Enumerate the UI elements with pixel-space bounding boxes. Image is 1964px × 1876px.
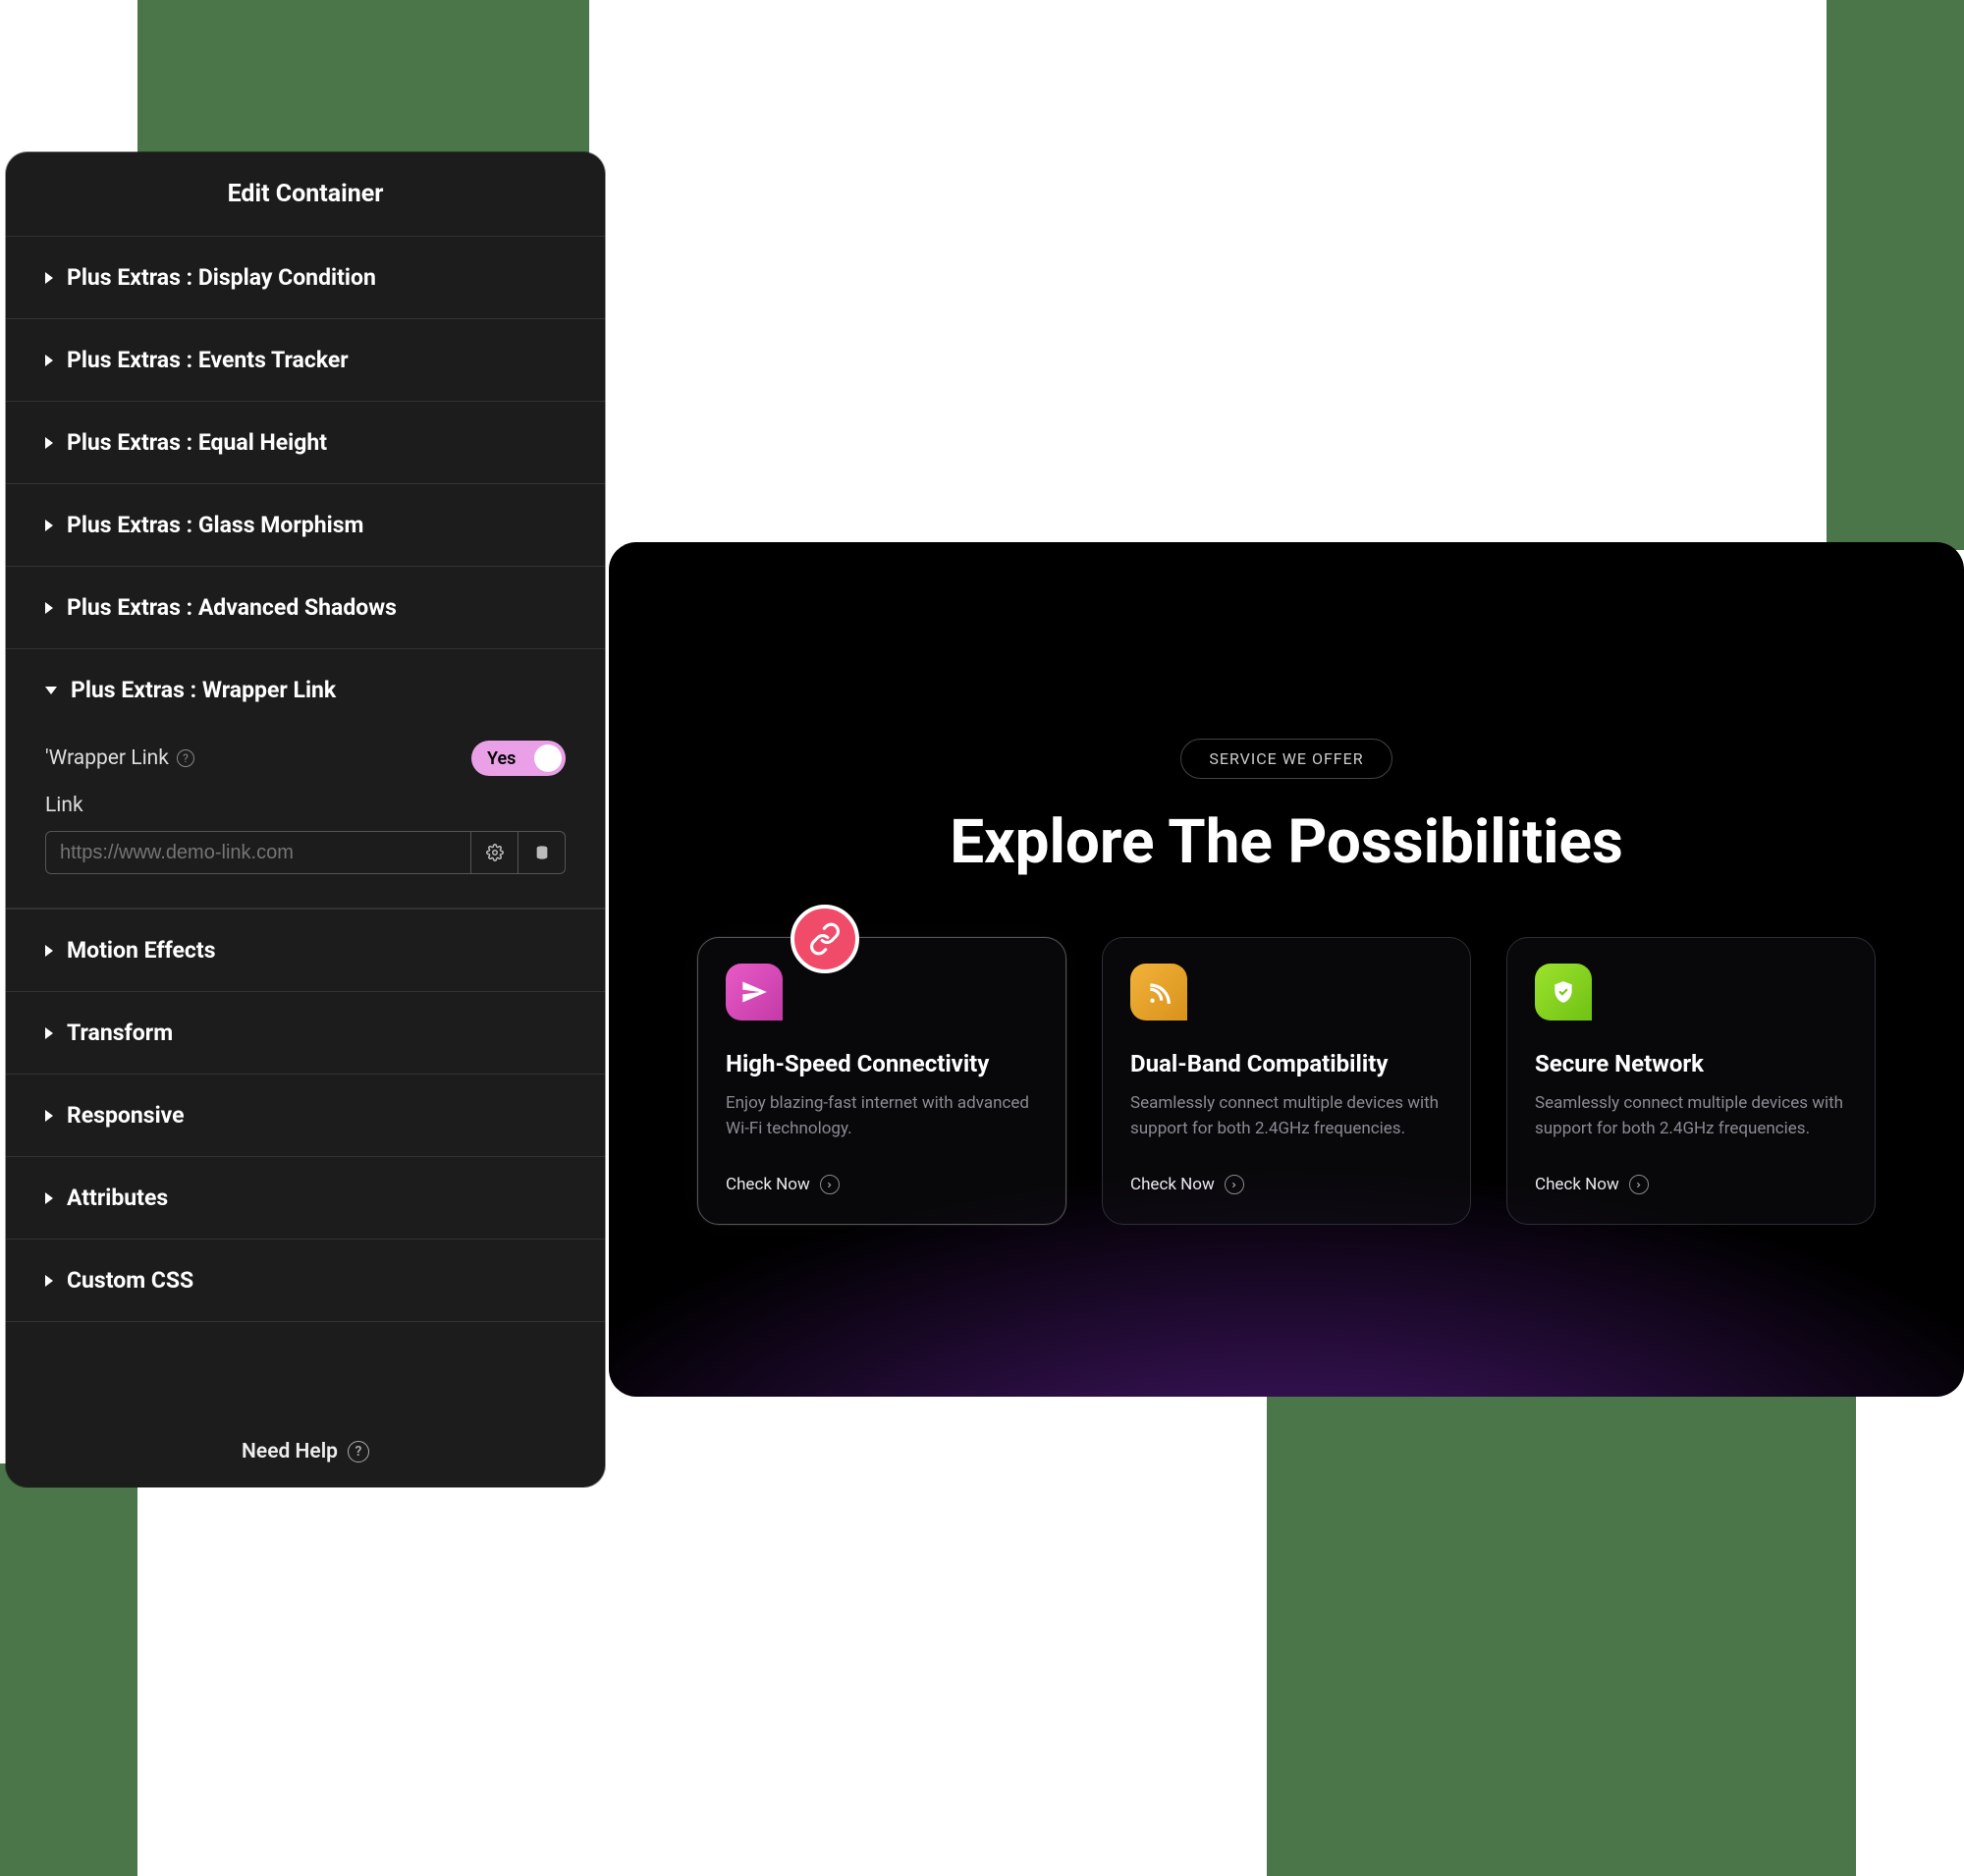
chevron-right-icon (1225, 1175, 1244, 1194)
help-icon: ? (348, 1441, 369, 1462)
rss-icon (1146, 979, 1172, 1005)
card-dual-band[interactable]: Dual-Band Compatibility Seamlessly conne… (1102, 937, 1471, 1225)
section-wrapper-link[interactable]: Plus Extras : Wrapper Link (6, 648, 605, 731)
cta-label: Check Now (1130, 1175, 1215, 1194)
cta-label: Check Now (1535, 1175, 1619, 1194)
section-display-condition[interactable]: Plus Extras : Display Condition (6, 236, 605, 318)
card-icon (1130, 964, 1187, 1021)
chevron-right-icon (1629, 1175, 1649, 1194)
link-icon (808, 922, 842, 956)
link-settings-button[interactable] (471, 831, 518, 874)
link-dynamic-button[interactable] (518, 831, 566, 874)
section-label: Custom CSS (67, 1267, 193, 1294)
section-glass-morphism[interactable]: Plus Extras : Glass Morphism (6, 483, 605, 566)
card-desc: Seamlessly connect multiple devices with… (1130, 1091, 1443, 1141)
section-equal-height[interactable]: Plus Extras : Equal Height (6, 401, 605, 483)
section-label: Attributes (67, 1185, 168, 1211)
caret-right-icon (45, 945, 53, 957)
bg-decor-top-left (137, 0, 589, 167)
caret-right-icon (45, 1027, 53, 1039)
section-motion-effects[interactable]: Motion Effects (6, 909, 605, 992)
section-attributes[interactable]: Attributes (6, 1157, 605, 1240)
caret-right-icon (45, 1110, 53, 1122)
panel-title: Edit Container (6, 152, 605, 236)
card-secure-network[interactable]: Secure Network Seamlessly connect multip… (1506, 937, 1876, 1225)
caret-right-icon (45, 602, 53, 614)
section-events-tracker[interactable]: Plus Extras : Events Tracker (6, 318, 605, 401)
service-pill: SERVICE WE OFFER (1180, 739, 1391, 779)
card-icon (726, 964, 783, 1021)
cta-label: Check Now (726, 1175, 810, 1194)
caret-right-icon (45, 272, 53, 284)
card-desc: Enjoy blazing-fast internet with advance… (726, 1091, 1038, 1141)
link-field-label: Link (45, 794, 566, 817)
need-help-label: Need Help (242, 1440, 338, 1463)
section-transform[interactable]: Transform (6, 992, 605, 1075)
section-label: Responsive (67, 1102, 185, 1129)
card-title: Secure Network (1535, 1050, 1847, 1077)
need-help-link[interactable]: Need Help ? (6, 1440, 605, 1463)
caret-right-icon (45, 437, 53, 449)
toggle-value: Yes (487, 748, 516, 769)
card-desc: Seamlessly connect multiple devices with… (1535, 1091, 1847, 1141)
bg-decor-bottom-right (1267, 1385, 1856, 1876)
cards-row: High-Speed Connectivity Enjoy blazing-fa… (697, 937, 1876, 1225)
section-label: Plus Extras : Wrapper Link (71, 677, 336, 703)
info-icon[interactable]: ? (177, 749, 194, 767)
shield-check-icon (1551, 979, 1576, 1005)
caret-down-icon (45, 687, 57, 694)
card-cta[interactable]: Check Now (1130, 1175, 1443, 1194)
chevron-right-icon (820, 1175, 840, 1194)
edit-container-panel: Edit Container Plus Extras : Display Con… (6, 152, 605, 1487)
wrapper-link-toggle-label: 'Wrapper Link ? (45, 746, 194, 770)
section-label: Transform (67, 1020, 173, 1046)
hero-title: Explore The Possibilities (697, 806, 1876, 878)
section-label: Plus Extras : Events Tracker (67, 347, 349, 373)
section-advanced-shadows[interactable]: Plus Extras : Advanced Shadows (6, 566, 605, 648)
card-cta[interactable]: Check Now (726, 1175, 1038, 1194)
section-label: Plus Extras : Display Condition (67, 264, 376, 291)
section-label: Plus Extras : Glass Morphism (67, 512, 363, 538)
wrapper-link-body: 'Wrapper Link ? Yes Link (6, 731, 605, 909)
wrapper-link-toggle-row: 'Wrapper Link ? Yes (45, 731, 566, 794)
card-title: Dual-Band Compatibility (1130, 1050, 1443, 1077)
database-icon (534, 844, 550, 861)
section-custom-css[interactable]: Custom CSS (6, 1240, 605, 1322)
section-label: Motion Effects (67, 937, 216, 964)
caret-right-icon (45, 520, 53, 531)
paper-plane-icon (740, 978, 768, 1006)
toggle-knob (534, 745, 562, 772)
caret-right-icon (45, 1275, 53, 1287)
bg-decor-top-right (1827, 0, 1964, 550)
gear-icon (486, 844, 504, 861)
link-url-input[interactable] (45, 831, 471, 874)
section-responsive[interactable]: Responsive (6, 1075, 605, 1157)
bg-decor-bottom-left (0, 1463, 137, 1876)
section-label: Plus Extras : Advanced Shadows (67, 594, 397, 621)
preview-canvas: SERVICE WE OFFER Explore The Possibiliti… (609, 542, 1964, 1397)
toggle-label-text: 'Wrapper Link (45, 746, 169, 770)
wrapper-link-badge (791, 905, 859, 973)
caret-right-icon (45, 355, 53, 366)
card-title: High-Speed Connectivity (726, 1050, 1038, 1077)
link-input-row (45, 831, 566, 874)
card-icon (1535, 964, 1592, 1021)
card-cta[interactable]: Check Now (1535, 1175, 1847, 1194)
card-high-speed[interactable]: High-Speed Connectivity Enjoy blazing-fa… (697, 937, 1066, 1225)
section-label: Plus Extras : Equal Height (67, 429, 327, 456)
caret-right-icon (45, 1192, 53, 1204)
wrapper-link-toggle[interactable]: Yes (471, 741, 566, 776)
